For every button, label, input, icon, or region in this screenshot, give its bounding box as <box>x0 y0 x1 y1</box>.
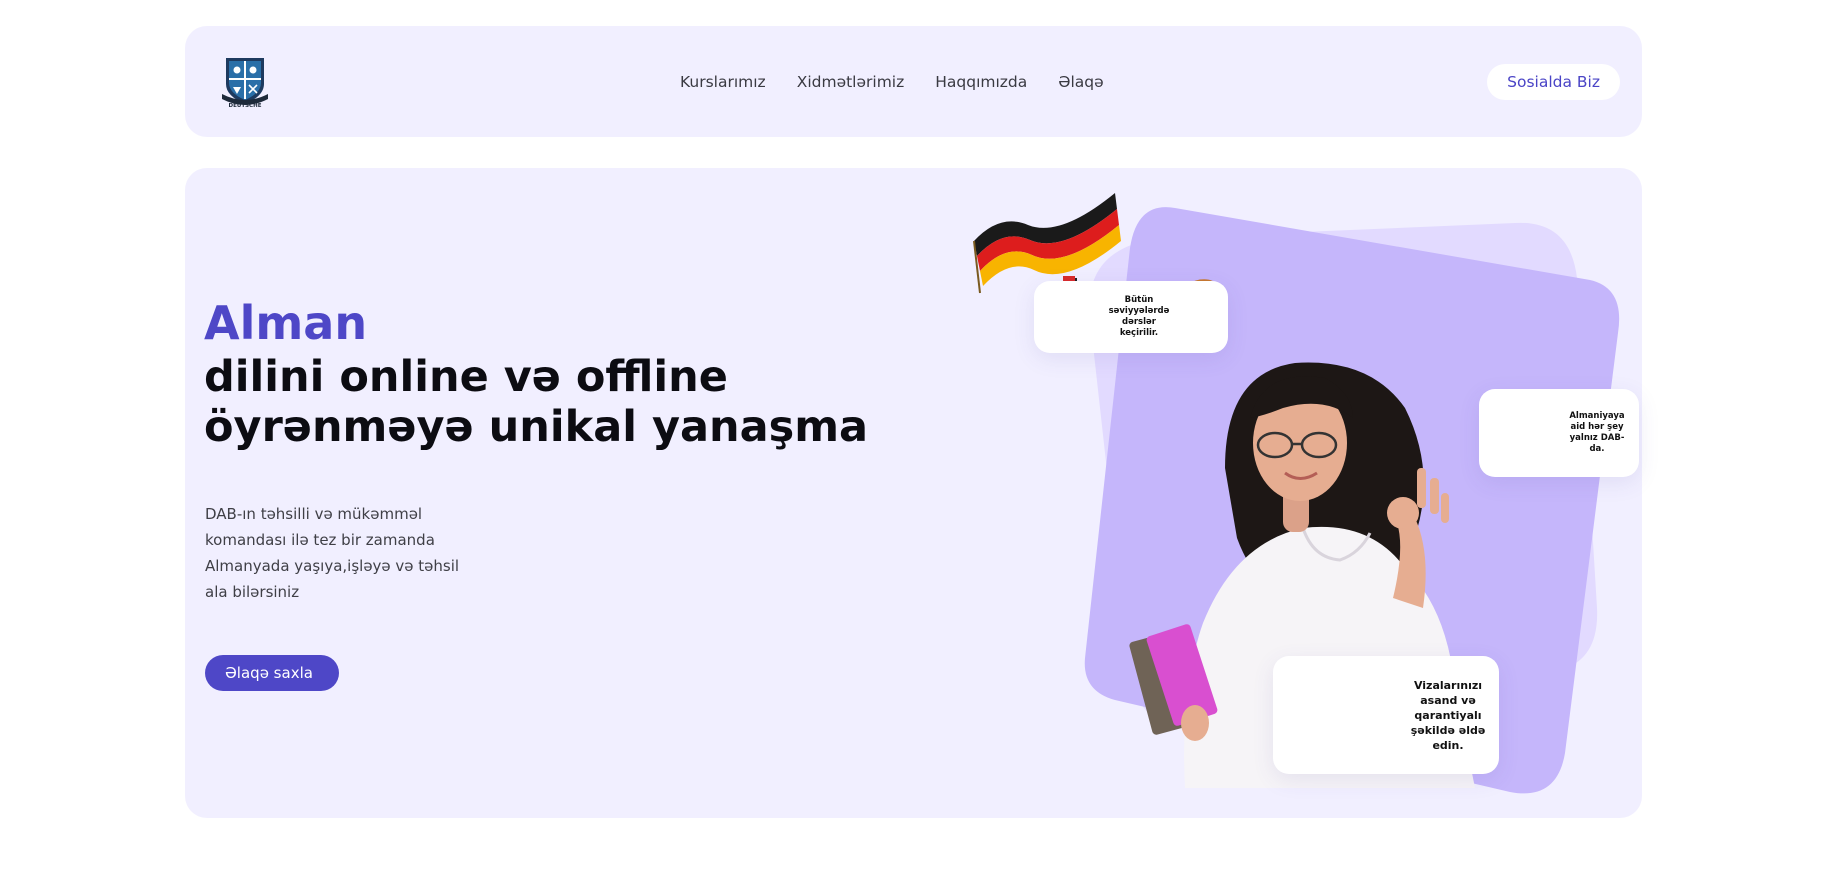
logo[interactable]: DEUTSCHE <box>218 54 272 110</box>
hero-description: DAB-ın təhsilli və mükəmməl komandası il… <box>205 505 460 601</box>
shield-crest-icon: DEUTSCHE <box>222 58 268 109</box>
hero-title: dilini online və offline öyrənməyə unika… <box>204 352 924 452</box>
nav-link-courses[interactable]: Kurslarımız <box>680 73 766 91</box>
feature-card-everything-german: Almaniyaya aid hər şey yalnız DAB-da. <box>1479 389 1639 477</box>
site-header: DEUTSCHE Kurslarımız Xidmətlərimiz Haqqı… <box>185 26 1642 137</box>
feature-card-visa: Vizalarınızı asand və qarantiyalı şəkild… <box>1273 656 1499 774</box>
main-nav: Kurslarımız Xidmətlərimiz Haqqımızda Əla… <box>680 26 1104 137</box>
nav-link-services[interactable]: Xidmətlərimiz <box>797 73 905 91</box>
hero-section: Alman dilini online və offline öyrənməyə… <box>185 168 1642 818</box>
card-visa-text: Vizalarınızı asand və qarantiyalı şəkild… <box>1410 678 1486 752</box>
social-button[interactable]: Sosialda Biz <box>1487 64 1620 100</box>
card-levels-text: Bütün səviyyələrdə dərslər keçirilir. <box>1108 295 1170 338</box>
nav-link-contact[interactable]: Əlaqə <box>1058 73 1103 91</box>
hero-title-line-1: dilini online və offline <box>204 352 728 402</box>
german-flag-icon <box>973 193 1121 294</box>
hero-title-line-2: öyrənməyə unikal yanaşma <box>204 402 869 452</box>
feature-card-levels: Bütün səviyyələrdə dərslər keçirilir. <box>1034 281 1228 353</box>
contact-button[interactable]: Əlaqə saxla <box>205 655 339 691</box>
nav-link-about[interactable]: Haqqımızda <box>935 73 1027 91</box>
hero-accent-word: Alman <box>204 296 368 350</box>
card-everything-german-text: Almaniyaya aid hər şey yalnız DAB-da. <box>1569 411 1625 454</box>
logo-text: DEUTSCHE <box>229 103 262 109</box>
